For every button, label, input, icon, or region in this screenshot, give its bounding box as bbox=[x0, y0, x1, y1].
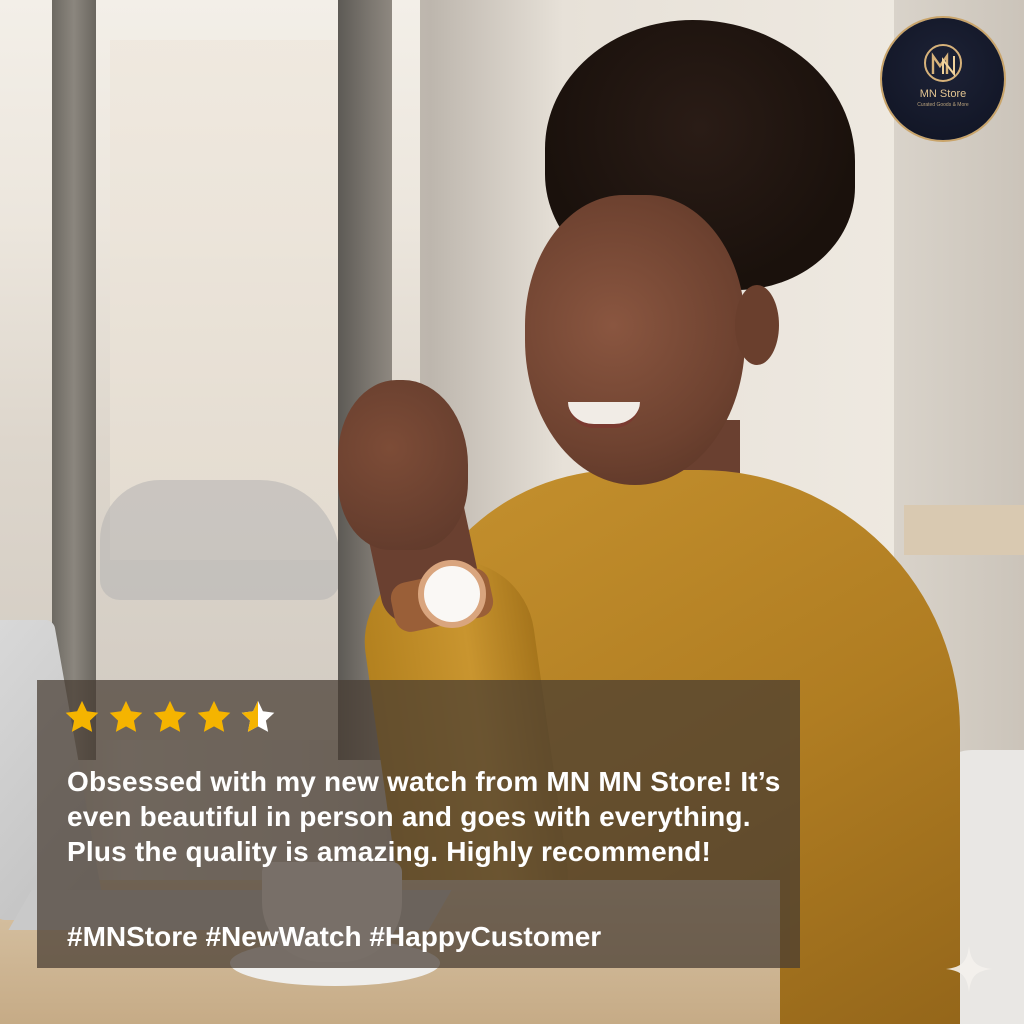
review-card: Obsessed with my new watch from MN MN St… bbox=[37, 680, 800, 968]
star-icon bbox=[109, 700, 143, 732]
star-icon bbox=[153, 700, 187, 732]
brand-name: MN Store bbox=[919, 88, 967, 100]
half-star-icon bbox=[241, 700, 275, 732]
shelf bbox=[904, 505, 1024, 555]
brand-tagline: Curated Goods & More bbox=[917, 102, 969, 108]
raised-fist bbox=[338, 380, 468, 550]
brand-logo: MN Store Curated Goods & More bbox=[882, 18, 1004, 140]
watch-face bbox=[418, 560, 486, 628]
sparkle-icon bbox=[946, 946, 992, 992]
star-icon bbox=[197, 700, 231, 732]
logo-monogram-icon bbox=[924, 44, 962, 82]
window-car bbox=[100, 480, 340, 600]
star-rating bbox=[63, 698, 277, 738]
review-hashtags: #MNStore #NewWatch #HappyCustomer bbox=[67, 921, 602, 952]
ear bbox=[735, 285, 779, 365]
star-icon bbox=[65, 700, 99, 732]
review-text: Obsessed with my new watch from MN MN St… bbox=[67, 766, 781, 867]
photo-scene: MN Store Curated Goods & More Obsessed w… bbox=[0, 0, 1024, 1024]
window-frame-left bbox=[52, 0, 96, 760]
face bbox=[525, 195, 745, 485]
